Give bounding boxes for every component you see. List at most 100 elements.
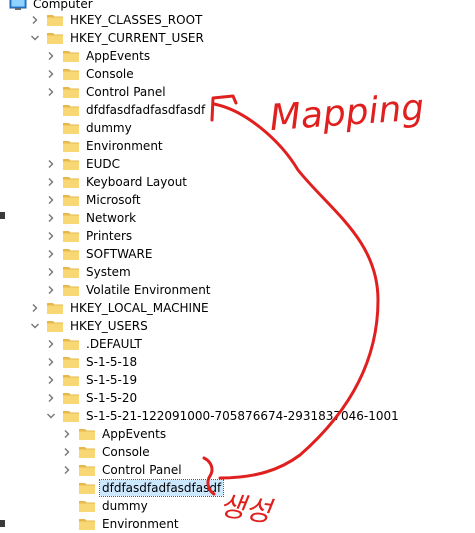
folder-icon	[62, 85, 80, 99]
chevron-down-icon[interactable]	[30, 33, 40, 43]
folder-icon	[78, 517, 96, 531]
chevron-right-icon[interactable]	[46, 249, 56, 259]
folder-icon	[62, 229, 80, 243]
tree-item-label: dfdfasdfadfasdfasdf	[98, 479, 225, 497]
chevron-right-icon[interactable]	[46, 375, 56, 385]
chevron-down-icon[interactable]	[30, 321, 40, 331]
chevron-right-icon[interactable]	[46, 339, 56, 349]
chevron-right-icon[interactable]	[46, 159, 56, 169]
chevron-right-icon[interactable]	[46, 231, 56, 241]
tree-item[interactable]: dfdfasdfadfasdfasdf	[62, 479, 225, 497]
tree-item[interactable]: S-1-5-21-122091000-705876674-2931837046-…	[46, 407, 401, 425]
tree-item[interactable]: dummy	[62, 497, 150, 515]
tree-item-label: dummy	[86, 121, 132, 135]
chevron-right-icon[interactable]	[30, 303, 40, 313]
tree-item-label: Microsoft	[86, 193, 141, 207]
tree-item[interactable]: EUDC	[46, 155, 122, 173]
folder-icon	[62, 355, 80, 369]
tree-item[interactable]: dummy	[46, 119, 134, 137]
folder-icon	[62, 337, 80, 351]
folder-icon	[78, 463, 96, 477]
tree-item-label: HKEY_CLASSES_ROOT	[70, 13, 203, 27]
tree-item[interactable]: Network	[46, 209, 138, 227]
tree-item[interactable]: dfdfasdfadfasdfasdf	[46, 101, 207, 119]
folder-icon	[62, 283, 80, 297]
chevron-right-icon[interactable]	[46, 69, 56, 79]
chevron-right-icon[interactable]	[46, 357, 56, 367]
folder-icon	[46, 301, 64, 315]
folder-icon	[62, 391, 80, 405]
folder-icon	[62, 193, 80, 207]
folder-icon	[62, 373, 80, 387]
computer-icon	[9, 0, 27, 11]
tree-item[interactable]: Printers	[46, 227, 134, 245]
chevron-right-icon[interactable]	[30, 15, 40, 25]
folder-icon	[78, 499, 96, 513]
tree-item[interactable]: Console	[62, 443, 152, 461]
folder-icon	[62, 139, 80, 153]
chevron-down-icon[interactable]	[46, 411, 56, 421]
tree-item[interactable]: AppEvents	[62, 425, 168, 443]
chevron-right-icon[interactable]	[62, 465, 72, 475]
chevron-right-icon[interactable]	[46, 87, 56, 97]
tree-item-label: Environment	[102, 517, 179, 531]
chevron-right-icon[interactable]	[46, 267, 56, 277]
tree-item[interactable]: Environment	[46, 137, 165, 155]
folder-icon	[62, 175, 80, 189]
tree-item[interactable]: System	[46, 263, 133, 281]
folder-icon	[62, 157, 80, 171]
tree-item-label: SOFTWARE	[86, 247, 153, 261]
tree-item[interactable]: Control Panel	[46, 83, 168, 101]
tree-item[interactable]: AppEvents	[46, 47, 152, 65]
chevron-right-icon[interactable]	[46, 285, 56, 295]
tree-item-label: Network	[86, 211, 137, 225]
folder-icon	[62, 49, 80, 63]
tree-item-label: HKEY_CURRENT_USER	[70, 31, 204, 45]
tree-item[interactable]: .DEFAULT	[46, 335, 144, 353]
tree-item-label: Environment	[86, 139, 163, 153]
registry-tree: Computer HKEY_CLASSES_ROOT HKEY_CURRENT_U…	[0, 0, 475, 532]
tree-item-label: Volatile Environment	[86, 283, 211, 297]
tree-item-label: dfdfasdfadfasdfasdf	[86, 103, 206, 117]
tree-item-label: S-1-5-19	[86, 373, 138, 387]
tree-item[interactable]: S-1-5-20	[46, 389, 139, 407]
tree-item[interactable]: SOFTWARE	[46, 245, 154, 263]
gutter-mark	[0, 212, 5, 219]
tree-item[interactable]: HKEY_CLASSES_ROOT	[30, 11, 204, 29]
tree-item-label: AppEvents	[102, 427, 167, 441]
tree-item-label: Control Panel	[102, 463, 182, 477]
left-gutter	[0, 0, 8, 532]
tree-item[interactable]: Environment	[62, 515, 181, 533]
chevron-right-icon[interactable]	[62, 447, 72, 457]
tree-item[interactable]: Volatile Environment	[46, 281, 213, 299]
tree-item[interactable]: S-1-5-19	[46, 371, 139, 389]
tree-item-label: Control Panel	[86, 85, 166, 99]
chevron-right-icon[interactable]	[62, 429, 72, 439]
folder-icon	[62, 211, 80, 225]
tree-item[interactable]: S-1-5-18	[46, 353, 139, 371]
chevron-right-icon[interactable]	[46, 177, 56, 187]
folder-icon	[46, 319, 64, 333]
chevron-right-icon[interactable]	[46, 393, 56, 403]
chevron-right-icon[interactable]	[46, 213, 56, 223]
folder-icon	[62, 121, 80, 135]
folder-icon	[62, 103, 80, 117]
tree-item[interactable]: Console	[46, 65, 136, 83]
chevron-right-icon[interactable]	[46, 51, 56, 61]
tree-item[interactable]: Control Panel	[62, 461, 184, 479]
folder-icon	[46, 13, 64, 27]
tree-item-label: Console	[86, 67, 134, 81]
tree-item[interactable]: Keyboard Layout	[46, 173, 189, 191]
tree-item-label: HKEY_LOCAL_MACHINE	[70, 301, 209, 315]
tree-item[interactable]: HKEY_USERS	[30, 317, 150, 335]
tree-item-label: Keyboard Layout	[86, 175, 188, 189]
folder-icon	[62, 409, 80, 423]
tree-item[interactable]: Microsoft	[46, 191, 143, 209]
folder-icon	[78, 481, 96, 495]
chevron-right-icon[interactable]	[46, 195, 56, 205]
tree-item[interactable]: HKEY_LOCAL_MACHINE	[30, 299, 211, 317]
tree-item[interactable]: HKEY_CURRENT_USER	[30, 29, 206, 47]
